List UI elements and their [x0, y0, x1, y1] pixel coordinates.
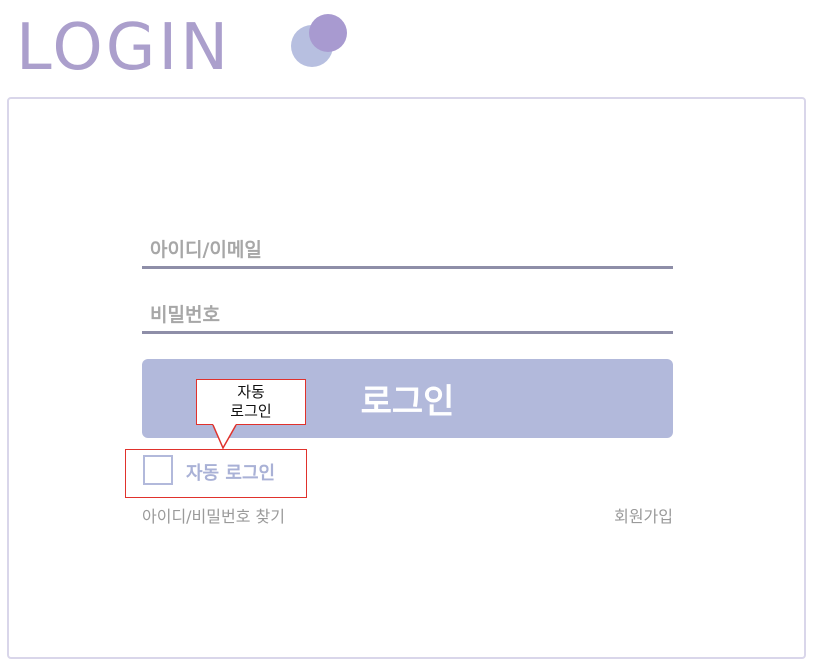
- password-input[interactable]: [142, 299, 673, 331]
- logo-text: LOGIN: [16, 11, 232, 85]
- auto-login-checkbox[interactable]: [143, 455, 173, 485]
- sign-up-link[interactable]: 회원가입: [614, 503, 673, 527]
- id-field: [142, 234, 673, 269]
- find-account-link[interactable]: 아이디/비밀번호 찾기: [142, 503, 285, 527]
- tooltip-line-2: 로그인: [230, 402, 272, 420]
- tooltip-tail: [212, 424, 237, 450]
- login-page: LOGIN 로그인 자동 로그인 자동 로그인 아이디/비밀번호 찾기 회원가입: [0, 0, 814, 670]
- logo: LOGIN: [16, 6, 231, 90]
- auto-login-tooltip: 자동 로그인: [196, 379, 306, 425]
- login-button-label: 로그인: [360, 382, 455, 422]
- auto-login-label[interactable]: 자동 로그인: [186, 459, 275, 485]
- password-field: [142, 299, 673, 334]
- overlapping-circles-icon: [291, 14, 347, 67]
- id-input[interactable]: [142, 234, 673, 266]
- tooltip-line-1: 자동: [237, 383, 265, 401]
